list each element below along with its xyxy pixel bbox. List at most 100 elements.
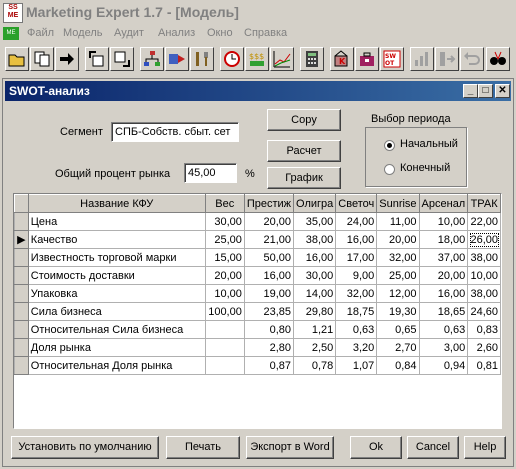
factor-name-cell[interactable]: Качество: [27, 230, 206, 249]
value-cell[interactable]: 0,83: [467, 320, 501, 339]
value-cell[interactable]: 25,00: [204, 230, 245, 249]
import-icon[interactable]: [110, 47, 134, 71]
app-icon[interactable]: SS ME: [3, 3, 23, 23]
radio-final-label[interactable]: Конечный: [400, 162, 450, 174]
value-cell[interactable]: 0,80: [243, 320, 295, 339]
flow-icon[interactable]: [435, 47, 459, 71]
value-cell[interactable]: 2,60: [467, 338, 501, 357]
value-cell[interactable]: 32,00: [376, 248, 420, 267]
value-cell[interactable]: 3,00: [418, 338, 469, 357]
factor-name-cell[interactable]: Доля рынка: [27, 338, 206, 357]
chart-button[interactable]: График: [267, 167, 341, 189]
menu-window[interactable]: Окно: [207, 27, 233, 39]
ok-button[interactable]: Ok: [350, 436, 402, 459]
export-icon[interactable]: [85, 47, 109, 71]
swot-icon[interactable]: SW OT: [380, 47, 404, 71]
value-cell[interactable]: 29,80: [293, 302, 337, 321]
factor-name-cell[interactable]: Относительная Доля рынка: [27, 356, 206, 375]
money-icon[interactable]: $$$: [245, 47, 269, 71]
value-cell[interactable]: 0,81: [467, 356, 501, 375]
value-cell[interactable]: 16,00: [335, 230, 378, 249]
current-row-indicator-icon[interactable]: ▶: [14, 230, 29, 249]
value-cell[interactable]: 15,00: [204, 248, 245, 267]
value-cell[interactable]: 0,65: [376, 320, 420, 339]
table-row[interactable]: ▶ Качество 25,00 21,00 38,00 16,00 20,00 18,00 2…: [14, 230, 501, 249]
chart-icon[interactable]: [270, 47, 294, 71]
row-indicator[interactable]: [14, 266, 29, 285]
app-title-bar[interactable]: SS ME Marketing Expert 1.7 - [Модель]: [0, 0, 516, 24]
value-cell[interactable]: 38,00: [293, 230, 337, 249]
menu-analysis[interactable]: Анализ: [158, 27, 195, 39]
row-indicator[interactable]: [14, 248, 29, 267]
value-cell[interactable]: 2,80: [243, 338, 295, 357]
clock-icon[interactable]: [220, 47, 244, 71]
value-cell[interactable]: 20,00: [243, 212, 295, 231]
table-row[interactable]: Относительная Сила бизнеса 0,80 1,21 0,63 0,…: [14, 320, 501, 339]
value-cell[interactable]: 0,63: [418, 320, 469, 339]
value-cell[interactable]: 16,00: [418, 284, 469, 303]
open-folder-icon[interactable]: [5, 47, 29, 71]
close-icon[interactable]: ✕: [495, 84, 510, 98]
column-header[interactable]: Название КФУ: [27, 194, 206, 213]
value-cell[interactable]: 0,87: [243, 356, 295, 375]
value-cell[interactable]: [204, 338, 245, 357]
value-cell[interactable]: 0,94: [418, 356, 469, 375]
value-cell[interactable]: 100,00: [204, 302, 245, 321]
copy-icon[interactable]: [30, 47, 54, 71]
column-header[interactable]: Олигра: [293, 194, 337, 213]
factor-name-cell[interactable]: Относительная Сила бизнеса: [27, 320, 206, 339]
value-cell[interactable]: [204, 320, 245, 339]
value-cell[interactable]: 1,07: [335, 356, 378, 375]
value-cell[interactable]: 12,00: [376, 284, 420, 303]
column-header[interactable]: ТРАК: [467, 194, 501, 213]
value-cell[interactable]: 32,00: [335, 284, 378, 303]
factor-name-cell[interactable]: Цена: [27, 212, 206, 231]
tools-icon[interactable]: [190, 47, 214, 71]
export-word-button[interactable]: Экспорт в Word: [246, 436, 334, 459]
value-cell[interactable]: 24,00: [335, 212, 378, 231]
value-cell[interactable]: 2,70: [376, 338, 420, 357]
value-cell[interactable]: 30,00: [204, 212, 245, 231]
market-percent-field[interactable]: 45,00: [184, 163, 237, 183]
kfu-grid[interactable]: Название КФУ Вес Престиж Олигра Светоч S…: [13, 193, 502, 429]
radio-final[interactable]: [384, 164, 395, 175]
table-row[interactable]: Известность торговой марки 15,00 50,00 16,0…: [14, 248, 501, 267]
value-cell[interactable]: 10,00: [418, 212, 469, 231]
menu-model[interactable]: Модель: [63, 27, 102, 39]
value-cell[interactable]: 16,00: [243, 266, 295, 285]
help-button[interactable]: Help: [464, 436, 506, 459]
menu-file[interactable]: Файл: [27, 27, 54, 39]
factor-name-cell[interactable]: Сила бизнеса: [27, 302, 206, 321]
factor-name-cell[interactable]: Упаковка: [27, 284, 206, 303]
value-cell[interactable]: 19,30: [376, 302, 420, 321]
table-row[interactable]: Цена 30,00 20,00 35,00 24,00 11,00 10,00 22,00: [14, 212, 501, 231]
maximize-icon[interactable]: □: [478, 84, 493, 98]
radio-initial-label[interactable]: Начальный: [400, 138, 458, 150]
value-cell[interactable]: 18,75: [335, 302, 378, 321]
column-header[interactable]: Светоч: [335, 194, 378, 213]
value-cell[interactable]: 9,00: [335, 266, 378, 285]
value-cell[interactable]: 11,00: [376, 212, 420, 231]
column-header[interactable]: Престиж: [243, 194, 295, 213]
value-cell[interactable]: 38,00: [467, 284, 501, 303]
run-icon[interactable]: [165, 47, 189, 71]
glasses-icon[interactable]: [486, 47, 510, 71]
value-cell[interactable]: 20,00: [418, 266, 469, 285]
segment-field[interactable]: СПБ-Собств. сбыт. сет: [111, 122, 239, 142]
minimize-icon[interactable]: _: [463, 84, 478, 98]
menu-audit[interactable]: Аудит: [114, 27, 144, 39]
value-cell[interactable]: 21,00: [243, 230, 295, 249]
value-cell[interactable]: 17,00: [335, 248, 378, 267]
building-icon[interactable]: K: [330, 47, 354, 71]
value-cell[interactable]: 35,00: [293, 212, 337, 231]
network-icon[interactable]: [140, 47, 164, 71]
value-cell[interactable]: 23,85: [243, 302, 295, 321]
table-row[interactable]: Сила бизнеса 100,00 23,85 29,80 18,75 19,30 18…: [14, 302, 501, 321]
row-indicator[interactable]: [14, 320, 29, 339]
table-row[interactable]: Доля рынка 2,80 2,50 3,20 2,70 3,00 2,60: [14, 338, 501, 357]
value-cell[interactable]: 50,00: [243, 248, 295, 267]
row-indicator[interactable]: [14, 302, 29, 321]
menu-help[interactable]: Справка: [244, 27, 287, 39]
column-header[interactable]: Вес: [204, 194, 245, 213]
value-cell[interactable]: 0,63: [335, 320, 378, 339]
